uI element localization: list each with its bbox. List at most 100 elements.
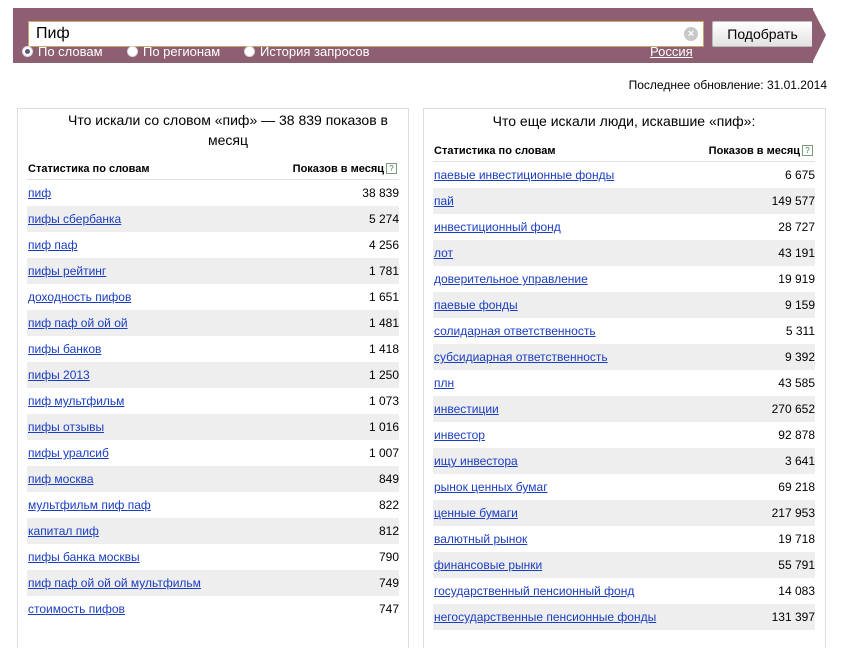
query-link[interactable]: доходность пифов: [28, 290, 131, 304]
radio-icon[interactable]: [127, 46, 138, 57]
table-header: Статистика по словам Показов в месяц?: [433, 143, 815, 162]
table-row: доверительное управление 19 919: [433, 266, 815, 292]
impressions-count: 270 652: [771, 402, 815, 416]
table-row: паевые фонды 9 159: [433, 292, 815, 318]
mode-query-history[interactable]: История запросов: [244, 44, 370, 59]
clear-search-icon[interactable]: ×: [684, 27, 698, 41]
query-link[interactable]: пай: [434, 194, 454, 208]
table-row: паевые инвестиционные фонды 6 675: [433, 162, 815, 188]
table-row: пиф мультфильм 1 073: [27, 388, 399, 414]
impressions-count: 131 397: [771, 610, 815, 624]
query-link[interactable]: лот: [434, 246, 453, 260]
mode-label: По словам: [38, 44, 103, 59]
impressions-count: 1 016: [368, 420, 399, 434]
help-icon[interactable]: ?: [802, 145, 813, 156]
table-row: ищу инвестора 3 641: [433, 448, 815, 474]
right-stats-panel: Что еще искали люди, искавшие «пиф»: Ста…: [423, 108, 826, 648]
query-link[interactable]: пиф паф: [28, 238, 77, 252]
query-link[interactable]: субсидиарная ответственность: [434, 350, 608, 364]
query-link[interactable]: капитал пиф: [28, 524, 99, 538]
table-row: стоимость пифов 747: [27, 596, 399, 622]
left-stats-panel: Что искали со словом «пиф» — 38 839 пока…: [17, 108, 409, 648]
impressions-count: 6 675: [784, 168, 815, 182]
submit-button[interactable]: Подобрать: [712, 21, 813, 47]
query-link[interactable]: пифы рейтинг: [28, 264, 106, 278]
query-link[interactable]: пифы 2013: [28, 368, 90, 382]
table-row: рынок ценных бумаг 69 218: [433, 474, 815, 500]
query-link[interactable]: валютный рынок: [434, 532, 527, 546]
impressions-count: 43 585: [778, 376, 815, 390]
impressions-count: 747: [378, 602, 399, 616]
query-link[interactable]: инвестор: [434, 428, 485, 442]
table-header: Статистика по словам Показов в месяц?: [27, 161, 399, 180]
help-icon[interactable]: ?: [386, 163, 397, 174]
impressions-count: 1 073: [368, 394, 399, 408]
query-link[interactable]: мультфильм пиф паф: [28, 498, 151, 512]
search-bar-arrow: [812, 8, 826, 63]
query-link[interactable]: негосударственные пенсионные фонды: [434, 610, 656, 624]
query-link[interactable]: ценные бумаги: [434, 506, 518, 520]
impressions-count: 9 159: [784, 298, 815, 312]
table-row: государственный пенсионный фонд 14 083: [433, 578, 815, 604]
query-link[interactable]: доверительное управление: [434, 272, 588, 286]
impressions-count: 38 839: [362, 186, 399, 200]
query-link[interactable]: пифы сбербанка: [28, 212, 121, 226]
query-link[interactable]: пифы отзывы: [28, 420, 104, 434]
table-row: плн 43 585: [433, 370, 815, 396]
query-link[interactable]: пифы банка москвы: [28, 550, 140, 564]
query-link[interactable]: паевые фонды: [434, 298, 518, 312]
panel-title: Что еще искали люди, искавшие «пиф»:: [492, 113, 756, 129]
query-link[interactable]: пифы уралсиб: [28, 446, 109, 460]
query-link[interactable]: плн: [434, 376, 454, 390]
impressions-count: 849: [378, 472, 399, 486]
table-row: пифы отзывы 1 016: [27, 414, 399, 440]
mode-by-words[interactable]: По словам: [22, 44, 103, 59]
query-link[interactable]: ищу инвестора: [434, 454, 518, 468]
query-link[interactable]: финансовые рынки: [434, 558, 542, 572]
impressions-count: 14 083: [778, 584, 815, 598]
column-header-query: Статистика по словам: [28, 163, 150, 175]
search-input[interactable]: [29, 22, 676, 46]
column-header-count-label: Показов в месяц: [292, 163, 384, 175]
column-header-count: Показов в месяц?: [293, 163, 397, 175]
impressions-count: 217 953: [771, 506, 815, 520]
mode-label: По регионам: [143, 44, 221, 59]
table-row: субсидиарная ответственность 9 392: [433, 344, 815, 370]
table-row: пиф 38 839: [27, 180, 399, 206]
table-row: ценные бумаги 217 953: [433, 500, 815, 526]
query-link[interactable]: паевые инвестиционные фонды: [434, 168, 614, 182]
query-link[interactable]: солидарная ответственность: [434, 324, 596, 338]
query-link[interactable]: пифы банков: [28, 342, 101, 356]
impressions-count: 1 418: [368, 342, 399, 356]
table-row: мультфильм пиф паф 822: [27, 492, 399, 518]
impressions-count: 19 718: [778, 532, 815, 546]
table-row: солидарная ответственность 5 311: [433, 318, 815, 344]
query-link[interactable]: стоимость пифов: [28, 602, 125, 616]
query-link[interactable]: рынок ценных бумаг: [434, 480, 548, 494]
region-link[interactable]: Россия: [650, 44, 693, 59]
table-row: пифы сбербанка 5 274: [27, 206, 399, 232]
radio-icon[interactable]: [244, 46, 255, 57]
impressions-count: 149 577: [771, 194, 815, 208]
query-link[interactable]: инвестиционный фонд: [434, 220, 561, 234]
table-row: пиф паф 4 256: [27, 232, 399, 258]
query-link[interactable]: государственный пенсионный фонд: [434, 584, 634, 598]
table-row: пифы уралсиб 1 007: [27, 440, 399, 466]
mode-by-regions[interactable]: По регионам: [127, 44, 220, 59]
impressions-count: 28 727: [778, 220, 815, 234]
impressions-count: 3 641: [784, 454, 815, 468]
table-row: инвестиционный фонд 28 727: [433, 214, 815, 240]
query-link[interactable]: пиф паф ой ой ой мультфильм: [28, 576, 201, 590]
impressions-count: 5 311: [785, 324, 815, 338]
radio-selected-icon[interactable]: [22, 46, 33, 57]
impressions-count: 4 256: [368, 238, 399, 252]
query-link[interactable]: инвестиции: [434, 402, 499, 416]
query-link[interactable]: пиф мультфильм: [28, 394, 124, 408]
query-link[interactable]: пиф паф ой ой ой: [28, 316, 128, 330]
last-update: Последнее обновление: 31.01.2014: [628, 78, 827, 92]
left-table-body: пиф 38 839 пифы сбербанка 5 274 пиф паф 4 256…: [27, 180, 399, 622]
query-link[interactable]: пиф москва: [28, 472, 94, 486]
mode-label: История запросов: [260, 44, 370, 59]
query-link[interactable]: пиф: [28, 186, 51, 200]
impressions-count: 9 392: [784, 350, 815, 364]
